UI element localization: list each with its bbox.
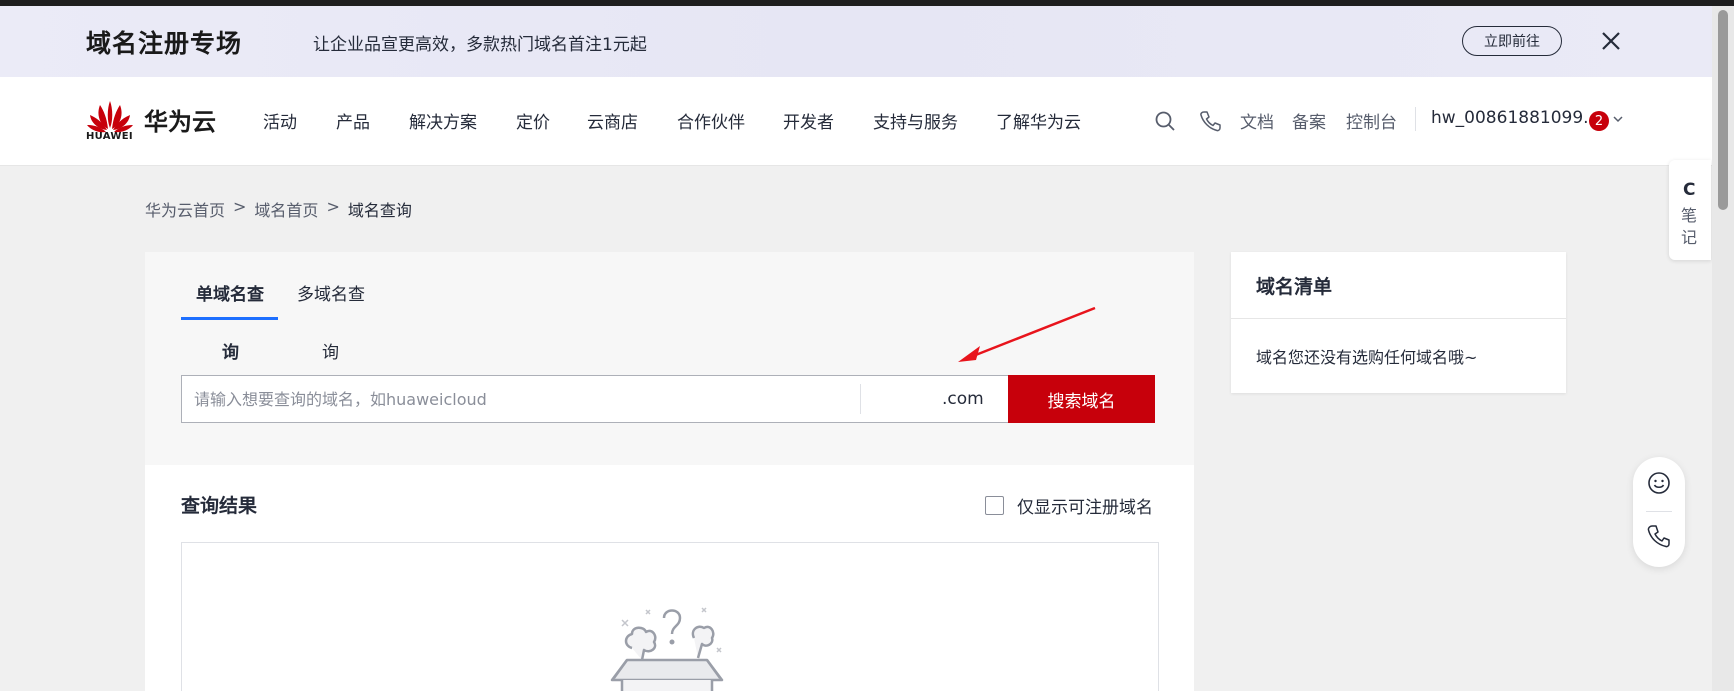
breadcrumb-current: 域名查询	[347, 201, 412, 220]
domain-search-box: .com	[181, 375, 1028, 423]
breadcrumb-separator: >	[326, 197, 340, 216]
brand-name[interactable]: 华为云	[144, 102, 216, 137]
domain-list-empty-text: 域名您还没有选购任何域名哦~	[1256, 348, 1478, 367]
chevron-down-icon[interactable]	[1612, 113, 1624, 125]
query-results: 查询结果 仅显示可注册域名	[145, 465, 1194, 691]
available-only-filter[interactable]: 仅显示可注册域名	[985, 493, 1153, 518]
tab-single-domain[interactable]: 单域名查	[196, 280, 264, 305]
floating-toolbar	[1633, 457, 1685, 567]
breadcrumb-domain-home[interactable]: 域名首页	[254, 197, 318, 221]
domain-list-title: 域名清单	[1256, 276, 1333, 298]
tab-multi-domain[interactable]: 多域名查	[297, 280, 365, 305]
side-notes-label-2: 记	[1681, 228, 1698, 247]
breadcrumb-separator: >	[233, 197, 247, 216]
search-domain-button[interactable]: 搜索域名	[1008, 375, 1155, 423]
nav-item-products[interactable]: 产品	[336, 108, 370, 133]
available-only-label[interactable]: 仅显示可注册域名	[1017, 493, 1153, 518]
phone-icon[interactable]	[1199, 110, 1221, 132]
nav-link-console[interactable]: 控制台	[1346, 108, 1397, 133]
scrollbar-thumb[interactable]	[1718, 10, 1728, 210]
tab-multi-domain-overflow[interactable]: 询	[322, 338, 339, 363]
nav-divider	[1415, 107, 1416, 131]
side-notes-letter: C	[1683, 180, 1696, 200]
tld-select[interactable]: .com	[942, 389, 984, 409]
notification-badge[interactable]: 2	[1589, 111, 1609, 131]
logo-wordmark: HUAWEI	[86, 131, 133, 142]
tab-active-indicator	[181, 317, 278, 320]
search-icon[interactable]	[1154, 110, 1176, 132]
results-title: 查询结果	[181, 495, 258, 517]
domain-list-card: 域名清单 域名您还没有选购任何域名哦~	[1231, 252, 1566, 393]
nav-item-about[interactable]: 了解华为云	[996, 108, 1081, 133]
main-navbar: HUAWEI 华为云 活动 产品 解决方案 定价 云商店 合作伙伴 开发者 支持…	[0, 77, 1712, 166]
nav-item-support[interactable]: 支持与服务	[873, 108, 958, 133]
side-notes-label-1: 笔	[1681, 206, 1698, 225]
nav-item-developers[interactable]: 开发者	[783, 108, 834, 133]
nav-item-marketplace[interactable]: 云商店	[587, 108, 638, 133]
nav-item-partners[interactable]: 合作伙伴	[677, 108, 745, 133]
nav-item-pricing[interactable]: 定价	[516, 108, 550, 133]
promo-banner: 域名注册专场 让企业品宣更高效，多款热门域名首注1元起 立即前往	[0, 6, 1712, 77]
domain-search-input[interactable]	[194, 376, 854, 422]
close-icon[interactable]	[1598, 28, 1624, 54]
empty-box-icon	[610, 607, 724, 691]
phone-contact-icon[interactable]	[1647, 524, 1671, 548]
side-notes-tab[interactable]: C 笔 记	[1669, 160, 1711, 260]
results-container	[181, 542, 1159, 691]
domain-list-divider	[1231, 318, 1566, 319]
smiley-feedback-icon[interactable]	[1647, 471, 1671, 495]
breadcrumb-home[interactable]: 华为云首页	[145, 197, 225, 221]
available-only-checkbox[interactable]	[985, 496, 1004, 515]
tab-single-domain-overflow[interactable]: 询	[222, 338, 239, 363]
nav-link-filing[interactable]: 备案	[1292, 108, 1326, 133]
search-divider	[860, 384, 861, 414]
promo-go-button[interactable]: 立即前往	[1462, 26, 1562, 56]
promo-subtitle: 让企业品宣更高效，多款热门域名首注1元起	[313, 35, 647, 55]
page-scrollbar[interactable]	[1712, 6, 1734, 691]
promo-title: 域名注册专场	[86, 29, 243, 58]
nav-item-activities[interactable]: 活动	[263, 108, 297, 133]
nav-link-docs[interactable]: 文档	[1240, 108, 1274, 133]
floating-toolbar-divider	[1646, 511, 1672, 512]
domain-search-panel: 单域名查 多域名查 询 询 .com	[145, 252, 1194, 465]
nav-item-solutions[interactable]: 解决方案	[409, 108, 477, 133]
breadcrumb: 华为云首页 > 域名首页 > 域名查询	[145, 197, 412, 221]
user-account-menu[interactable]: hw_00861881099...	[1431, 108, 1599, 128]
